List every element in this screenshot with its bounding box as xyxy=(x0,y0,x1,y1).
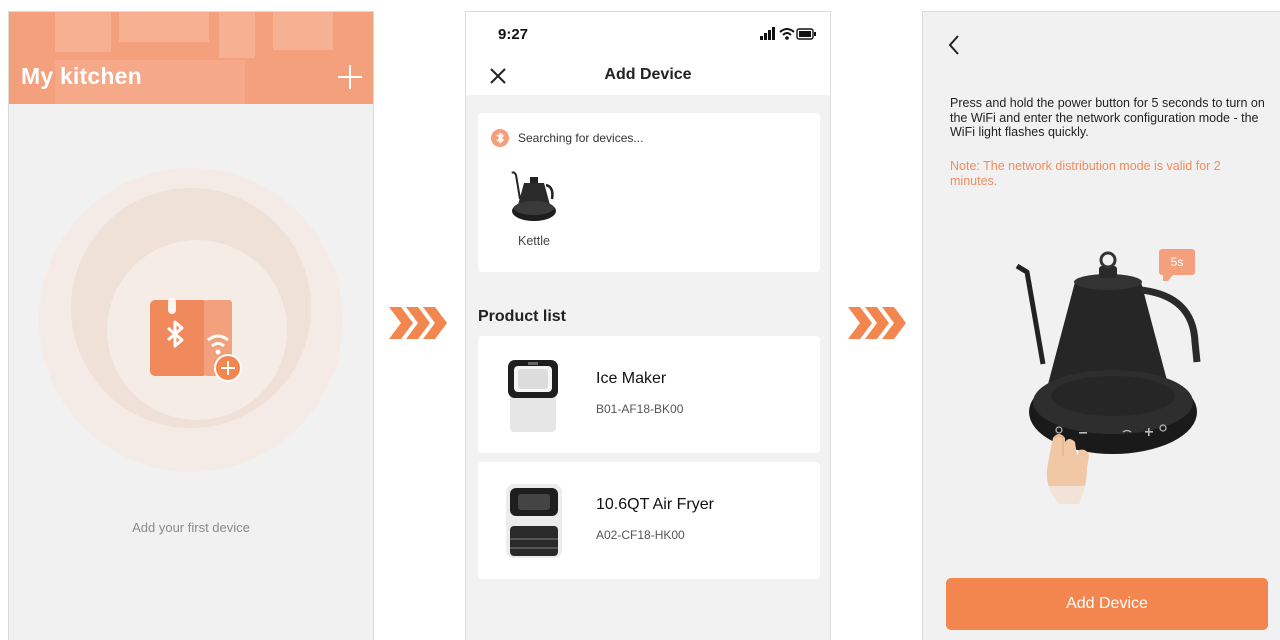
top-bar: 9:27 Add Device xyxy=(466,12,830,95)
found-device-label: Kettle xyxy=(518,234,550,248)
product-card-ice-maker[interactable]: Ice Maker B01-AF18-BK00 xyxy=(478,336,820,453)
air-fryer-image xyxy=(506,484,562,558)
product-model: A02-CF18-HK00 xyxy=(596,528,685,542)
add-device-button[interactable]: Add Device xyxy=(946,578,1268,630)
page-title: My kitchen xyxy=(21,63,142,89)
chevron-right-icon xyxy=(848,307,906,339)
chevron-left-icon[interactable] xyxy=(947,34,961,56)
searching-status: Searching for devices... xyxy=(518,131,644,145)
product-card-air-fryer[interactable]: 10.6QT Air Fryer A02-CF18-HK00 xyxy=(478,462,820,579)
kettle-illustration xyxy=(1015,251,1201,522)
add-device-screen: 9:27 Add Device Searching for devices...… xyxy=(465,11,831,640)
product-name: Ice Maker xyxy=(596,370,667,387)
bluetooth-device-add-icon[interactable] xyxy=(148,298,244,382)
instruction-text: Press and hold the power button for 5 se… xyxy=(950,96,1265,139)
plus-icon[interactable] xyxy=(337,64,363,90)
timer-badge: 5s xyxy=(1159,249,1195,281)
pairing-instructions-screen: Press and hold the power button for 5 se… xyxy=(922,11,1280,640)
kitchen-header: My kitchen xyxy=(9,12,373,104)
search-card: Searching for devices... Kettle xyxy=(478,113,820,272)
empty-state-text: Add your first device xyxy=(132,520,250,535)
status-icons xyxy=(760,27,816,40)
page-title: Add Device xyxy=(604,66,692,83)
bluetooth-icon xyxy=(491,129,509,147)
product-list-heading: Product list xyxy=(478,308,567,325)
ice-maker-image xyxy=(508,360,558,432)
onboarding-flow: My kitchen Add your first device 9:27 Ad… xyxy=(0,0,1280,640)
product-name: 10.6QT Air Fryer xyxy=(596,496,714,513)
kettle-device-icon[interactable] xyxy=(508,165,560,227)
note-text: Note: The network distribution mode is v… xyxy=(950,159,1221,188)
chevron-right-icon xyxy=(389,307,447,339)
status-time: 9:27 xyxy=(498,26,529,43)
my-kitchen-screen: My kitchen Add your first device xyxy=(8,11,374,640)
product-model: B01-AF18-BK00 xyxy=(596,402,684,416)
